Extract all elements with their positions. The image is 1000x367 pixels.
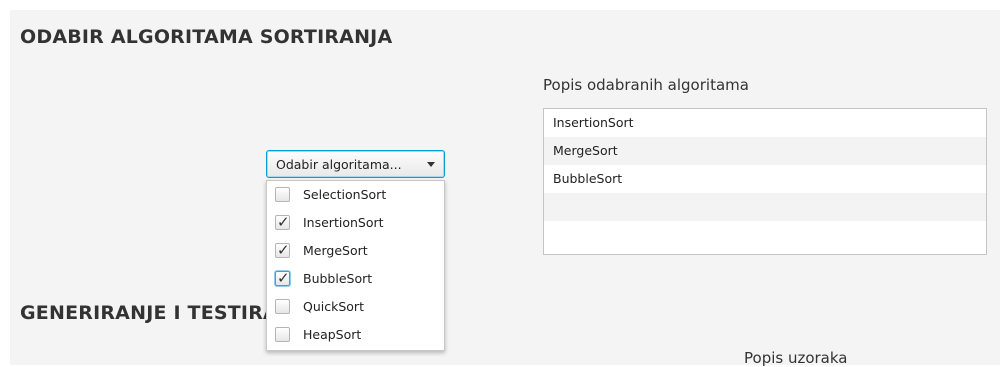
menu-item-insertionsort[interactable]: ✓ InsertionSort — [267, 209, 444, 237]
menu-item-mergesort[interactable]: ✓ MergeSort — [267, 237, 444, 265]
list-item[interactable] — [544, 193, 986, 221]
menu-item-label: HeapSort — [303, 327, 362, 342]
checkmark-icon: ✓ — [277, 269, 290, 287]
list-item[interactable] — [544, 221, 986, 249]
checkbox-unchecked[interactable] — [275, 327, 290, 342]
selected-algorithms-list[interactable]: InsertionSort MergeSort BubbleSort — [543, 108, 987, 255]
menu-item-label: SelectionSort — [303, 187, 387, 202]
selected-algorithms-label: Popis odabranih algoritama — [543, 76, 749, 94]
list-item[interactable]: BubbleSort — [544, 165, 986, 193]
menu-item-selectionsort[interactable]: SelectionSort — [267, 181, 444, 209]
menu-item-quicksort[interactable]: QuickSort — [267, 293, 444, 321]
menu-item-label: MergeSort — [303, 243, 368, 258]
algorithm-dropdown-menu: SelectionSort ✓ InsertionSort ✓ MergeSor… — [266, 180, 445, 351]
samples-list-label: Popis uzoraka — [744, 349, 848, 367]
menu-item-heapsort[interactable]: HeapSort — [267, 321, 444, 349]
checkbox-unchecked[interactable] — [275, 187, 290, 202]
checkbox-checked[interactable]: ✓ — [275, 241, 290, 259]
menu-item-bubblesort[interactable]: ✓ BubbleSort — [267, 265, 444, 293]
algorithm-combobox[interactable]: Odabir algoritama... — [266, 150, 445, 178]
checkbox-unchecked[interactable] — [275, 299, 290, 314]
menu-item-label: InsertionSort — [303, 215, 384, 230]
list-item[interactable]: MergeSort — [544, 137, 986, 165]
checkmark-icon: ✓ — [277, 241, 290, 259]
checkmark-icon: ✓ — [277, 213, 290, 231]
checkbox-checked[interactable]: ✓ — [275, 213, 290, 231]
menu-item-label: QuickSort — [303, 299, 364, 314]
checkbox-checked[interactable]: ✓ — [275, 269, 290, 287]
chevron-down-icon[interactable] — [427, 162, 435, 167]
menu-item-label: BubbleSort — [303, 271, 373, 286]
list-item[interactable]: InsertionSort — [544, 109, 986, 137]
section-title-algorithm-selection: ODABIR ALGORITAMA SORTIRANJA — [20, 26, 393, 48]
combobox-prompt: Odabir algoritama... — [276, 157, 402, 172]
